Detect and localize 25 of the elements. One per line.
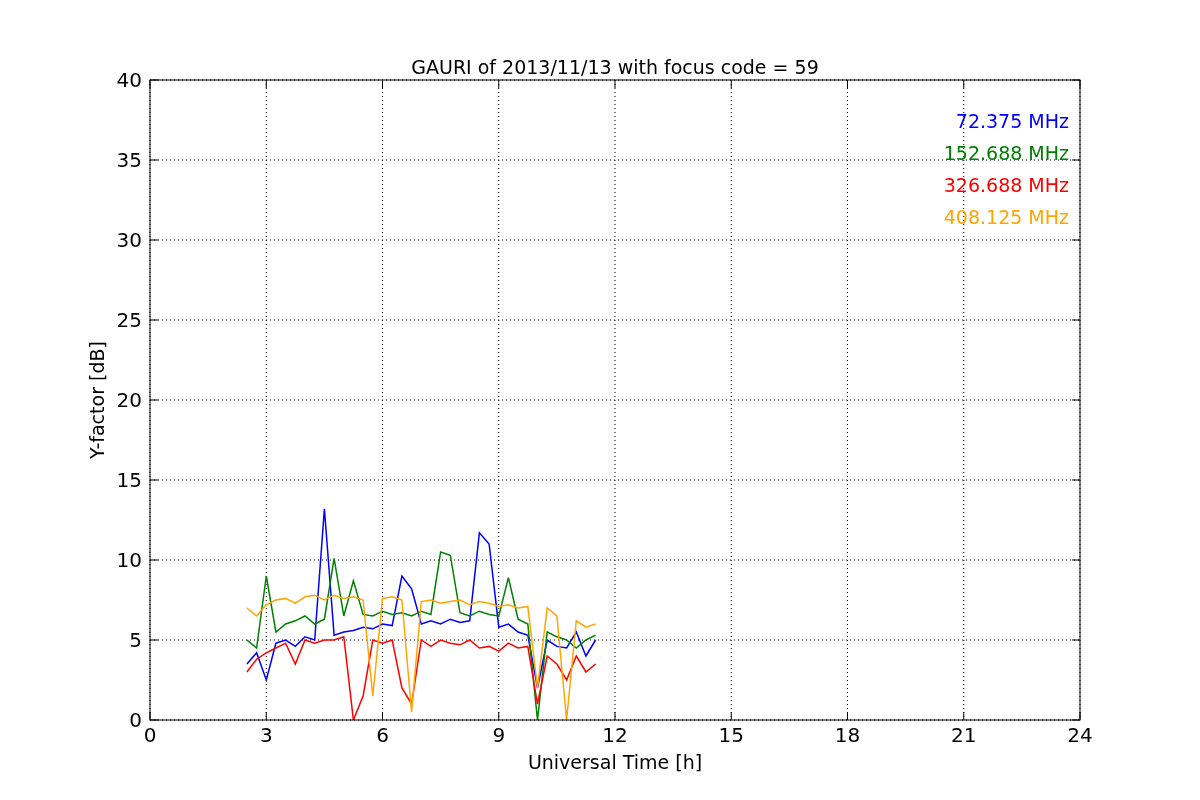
tick-label: 21 bbox=[951, 723, 977, 747]
tick-label: 0 bbox=[129, 708, 142, 732]
tick-label: 6 bbox=[376, 723, 389, 747]
tick-label: 25 bbox=[116, 308, 142, 332]
tick-label: 18 bbox=[834, 723, 861, 747]
tick-label: 12 bbox=[602, 723, 628, 747]
tick-label: 3 bbox=[259, 723, 273, 747]
axis-label: Universal Time [h] bbox=[527, 751, 703, 773]
tick-label: 9 bbox=[492, 723, 506, 747]
axis-label: Y-factor [dB] bbox=[86, 341, 108, 459]
tick-label: 0 bbox=[143, 723, 157, 747]
legend-label: 152.688 MHz bbox=[943, 142, 1069, 164]
tick-label: 30 bbox=[116, 228, 142, 252]
tick-label: 40 bbox=[116, 68, 142, 92]
tick-label: 24 bbox=[1067, 723, 1093, 747]
legend-label: 326.688 MHz bbox=[943, 174, 1069, 196]
legend-label: 408.125 MHz bbox=[943, 206, 1069, 228]
tick-label: 5 bbox=[129, 628, 142, 652]
legend-label: 72.375 MHz bbox=[955, 110, 1069, 132]
tick-label: 10 bbox=[116, 548, 142, 572]
tick-label: 15 bbox=[718, 723, 744, 747]
tick-label: 15 bbox=[116, 468, 142, 492]
chart-title: GAURI of 2013/11/13 with focus code = 59 bbox=[411, 56, 819, 78]
tick-label: 20 bbox=[116, 388, 142, 412]
tick-label: 35 bbox=[116, 148, 142, 172]
